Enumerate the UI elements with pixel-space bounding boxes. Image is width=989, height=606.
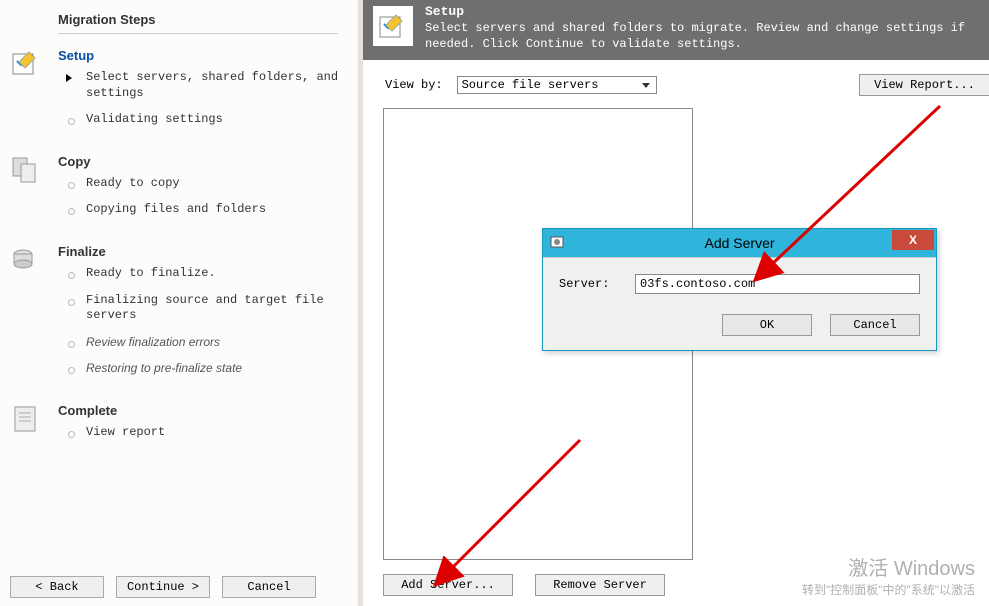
- step-select-servers[interactable]: Select servers, shared folders, and sett…: [8, 63, 348, 105]
- dialog-title-text: Add Server: [704, 235, 774, 251]
- step-validating: Validating settings: [8, 105, 348, 132]
- setup-group: Setup Select servers, shared folders, an…: [0, 34, 358, 140]
- copy-heading[interactable]: Copy: [8, 154, 358, 169]
- windows-watermark: 激活 Windows 转到"控制面板"中的"系统"以激活: [802, 552, 975, 598]
- viewby-label: View by:: [385, 78, 443, 92]
- server-row: Server:: [559, 274, 920, 294]
- watermark-line1: 激活 Windows: [802, 552, 975, 581]
- step-ready-finalize: Ready to finalize.: [8, 259, 348, 286]
- cancel-button[interactable]: Cancel: [222, 576, 316, 598]
- step-ready-copy: Ready to copy: [8, 169, 348, 196]
- step-finalizing: Finalizing source and target file server…: [8, 286, 348, 328]
- add-server-dialog: Add Server X Server: OK Cancel: [542, 228, 937, 351]
- server-buttons: Add Server... Remove Server: [383, 574, 665, 596]
- watermark-line2: 转到"控制面板"中的"系统"以激活: [802, 581, 975, 598]
- wizard-buttons: < Back Continue > Cancel: [0, 576, 358, 598]
- server-input[interactable]: [635, 274, 920, 294]
- header-band: Setup Select servers and shared folders …: [363, 0, 989, 60]
- remove-server-button[interactable]: Remove Server: [535, 574, 665, 596]
- step-view-report: View report: [8, 418, 348, 445]
- finalize-group: Finalize Ready to finalize. Finalizing s…: [0, 230, 358, 389]
- migration-steps-title: Migration Steps: [0, 0, 358, 27]
- continue-button[interactable]: Continue >: [116, 576, 210, 598]
- copy-group: Copy Ready to copy Copying files and fol…: [0, 140, 358, 230]
- header-desc: Select servers and shared folders to mig…: [425, 21, 979, 52]
- dialog-ok-button[interactable]: OK: [722, 314, 812, 336]
- step-copying: Copying files and folders: [8, 195, 348, 222]
- step-review-errors: Review finalization errors: [8, 328, 348, 355]
- setup-header-icon: [373, 6, 413, 46]
- add-server-button[interactable]: Add Server...: [383, 574, 513, 596]
- left-nav-panel: Migration Steps Setup Select servers, sh…: [0, 0, 358, 606]
- back-button[interactable]: < Back: [10, 576, 104, 598]
- header-title: Setup: [425, 4, 979, 19]
- dialog-icon: [549, 234, 565, 250]
- dialog-cancel-button[interactable]: Cancel: [830, 314, 920, 336]
- finalize-heading[interactable]: Finalize: [8, 244, 358, 259]
- viewby-value: Source file servers: [462, 78, 599, 92]
- complete-group: Complete View report: [0, 389, 358, 453]
- server-label: Server:: [559, 277, 615, 291]
- dialog-body: Server: OK Cancel: [543, 257, 936, 350]
- header-text: Setup Select servers and shared folders …: [425, 4, 979, 52]
- dialog-close-button[interactable]: X: [892, 230, 934, 250]
- dialog-buttons: OK Cancel: [559, 314, 920, 336]
- viewby-dropdown[interactable]: Source file servers: [457, 76, 657, 94]
- dialog-titlebar[interactable]: Add Server X: [543, 229, 936, 257]
- view-report-button[interactable]: View Report...: [859, 74, 989, 96]
- setup-heading[interactable]: Setup: [8, 48, 358, 63]
- step-restoring: Restoring to pre-finalize state: [8, 354, 348, 381]
- complete-heading[interactable]: Complete: [8, 403, 358, 418]
